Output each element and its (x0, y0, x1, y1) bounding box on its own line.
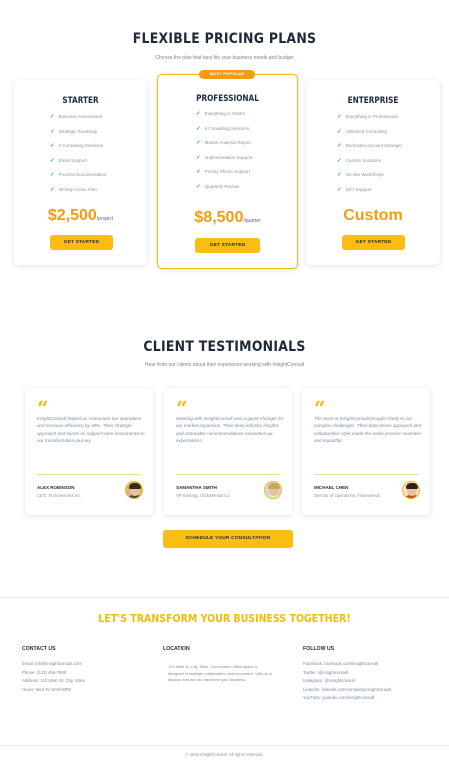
feature-item: ✓ Priority Phone Support (196, 169, 250, 175)
plan-name: ENTERPRISE (347, 96, 399, 106)
check-icon: ✓ (196, 154, 201, 161)
feature-item: ✓ Business Assessment (50, 114, 103, 120)
check-icon: ✓ (50, 157, 55, 164)
contact-column-title: CONTACT US (22, 646, 56, 652)
testimonial-name: MICHAEL CHEN (314, 485, 349, 490)
testimonial-role: CEO, TechVentures Inc. (37, 493, 82, 498)
avatar (264, 481, 282, 499)
feature-list: ✓ Business Assessment ✓ Strategic Roadmap … (50, 114, 106, 201)
footer-divider (0, 745, 449, 746)
testimonial-card: “ InsightConsult helped us restructure o… (25, 388, 153, 515)
check-icon: ✓ (50, 143, 55, 149)
testimonial-quote: The team at InsightConsult brought clari… (314, 416, 422, 444)
pricing-subtitle: Choose the plan that best fits your busi… (155, 55, 294, 61)
check-icon: ✓ (337, 157, 342, 164)
feature-item: ✓ 2 Consulting Sessions (50, 143, 104, 149)
testimonials-subtitle: Hear from our clients about their experi… (144, 362, 305, 368)
feature-item: ✓ On-site Workshops (337, 172, 384, 178)
pricing-title: FLEXIBLE PRICING PLANS (132, 31, 317, 47)
plan-price: $8,500/quarter (194, 209, 261, 226)
check-icon: ✓ (337, 143, 342, 149)
testimonial-quote: InsightConsult helped us restructure our… (37, 416, 145, 444)
check-icon: ✓ (50, 172, 55, 178)
avatar (125, 481, 143, 499)
social-links: Facebook: facebook.com/insightconsult Tw… (303, 660, 391, 703)
check-icon: ✓ (337, 186, 342, 193)
most-popular-badge: MOST POPULAR (199, 70, 255, 79)
divider (37, 474, 141, 475)
get-started-button[interactable]: GET STARTED (50, 235, 113, 250)
divider (176, 474, 280, 475)
feature-item: ✓ 6 Consulting Sessions (196, 125, 250, 132)
contact-address: Address: 123 Main St, City, State (22, 678, 85, 683)
testimonial-name: SAMANTHA SMITH (176, 485, 217, 490)
youtube-link[interactable]: YouTube: youtube.com/insightconsult (303, 694, 391, 703)
testimonial-name: ALEX ROBINSON (37, 485, 75, 490)
check-icon: ✓ (50, 186, 55, 193)
pricing-card-enterprise: ENTERPRISE ✓ Everything in Professional ✓… (306, 80, 440, 265)
testimonial-card: “ Working with InsightConsult was a game… (164, 388, 292, 515)
check-icon: ✓ (196, 183, 201, 190)
feature-item: ✓ Quarterly Review (196, 183, 240, 190)
contact-info: Email: info@insightconsult.com Phone: (1… (22, 660, 85, 694)
feature-list: ✓ Everything in Professional ✓ Unlimited C… (337, 114, 402, 201)
contact-hours: Hours: Mon-Fri 9AM-5PM (22, 686, 71, 692)
get-started-button[interactable]: GET STARTED (342, 235, 405, 250)
follow-column-title: FOLLOW US (303, 646, 335, 652)
testimonials-title: CLIENT TESTIMONIALS (143, 339, 306, 355)
feature-item: ✓ Everything in Starter (196, 111, 246, 117)
testimonial-quote: Working with InsightConsult was a game-c… (176, 416, 284, 444)
feature-item: ✓ Dedicated Account Manager (337, 143, 403, 149)
check-icon: ✓ (337, 128, 342, 135)
plan-name: STARTER (62, 96, 99, 106)
feature-item: ✓ Custom Solutions (337, 157, 381, 164)
plan-price: Custom (343, 207, 403, 224)
feature-item: ✓ Market Analysis Report (196, 140, 251, 146)
check-icon: ✓ (50, 128, 55, 135)
twitter-link[interactable]: Twitter: @insightconsult (303, 669, 391, 678)
feature-list: ✓ Everything in Starter ✓ 6 Consulting Ses… (196, 111, 252, 198)
feature-item: ✓ Everything in Professional (337, 114, 398, 120)
contact-email: Email: info@insightconsult.com (22, 661, 82, 666)
check-icon: ✓ (196, 111, 201, 117)
plan-name: PROFESSIONAL (196, 94, 259, 104)
testimonial-role: VP Strategy, GlobalRetail Co. (176, 493, 231, 498)
feature-item: ✓ Strategic Roadmap (50, 128, 98, 135)
facebook-link[interactable]: Facebook: facebook.com/insightconsult (303, 660, 391, 669)
section-divider (0, 597, 449, 598)
location-line: discuss how we can transform your busine… (168, 677, 247, 682)
check-icon: ✓ (196, 169, 201, 175)
check-icon: ✓ (337, 114, 342, 120)
instagram-link[interactable]: Instagram: @insightconsult (303, 677, 391, 686)
feature-item: ✓ Implementation Support (196, 154, 253, 161)
divider (314, 474, 418, 475)
feature-item: ✓ Email Support (50, 157, 87, 164)
contact-phone: Phone: (123) 456-7890 (22, 669, 67, 675)
check-icon: ✓ (50, 114, 55, 120)
linkedin-link[interactable]: LinkedIn: linkedin.com/company/insightco… (303, 686, 391, 695)
check-icon: ✓ (196, 140, 201, 146)
get-started-button[interactable]: GET STARTED (195, 238, 260, 253)
pricing-card-starter: STARTER ✓ Business Assessment ✓ Strategic … (14, 80, 147, 265)
testimonial-role: Director of Operations, FinanceHub (314, 493, 380, 498)
copyright-text: © 2025 InsightConsult. All rights reserv… (185, 752, 264, 757)
check-icon: ✓ (337, 172, 342, 178)
location-info: 123 Main St, City, State. Our modern off… (168, 664, 292, 684)
location-column-title: LOCATION (163, 646, 190, 652)
feature-item: ✓ 30-Day Action Plan (50, 186, 97, 193)
cta-title: LET'S TRANSFORM YOUR BUSINESS TOGETHER! (98, 612, 351, 625)
feature-item: ✓ Unlimited Consulting (337, 128, 387, 135)
plan-price: $2,500/project (47, 207, 114, 224)
feature-item: ✓ 24/7 Support (337, 186, 372, 193)
pricing-card-professional: PROFESSIONAL ✓ Everything in Starter ✓ 6 C… (157, 74, 298, 269)
feature-item: ✓ Process Documentation (50, 172, 107, 178)
testimonial-card: “ The team at InsightConsult brought cla… (302, 388, 430, 515)
avatar (402, 481, 420, 499)
schedule-consultation-button[interactable]: SCHEDULE YOUR CONSULTATION (163, 530, 293, 548)
check-icon: ✓ (196, 125, 201, 132)
